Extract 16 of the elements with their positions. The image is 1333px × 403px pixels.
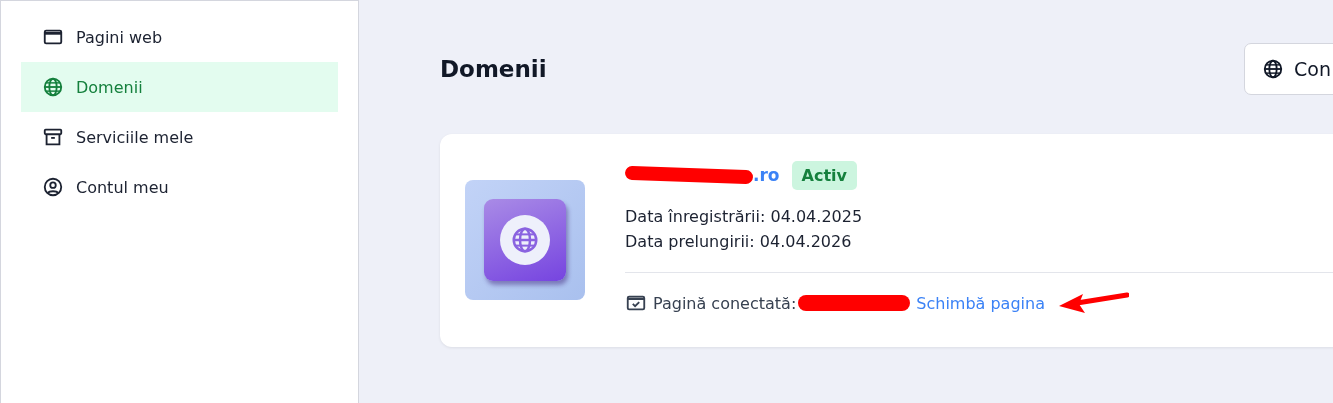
sidebar-item[interactable]: Pagini web xyxy=(21,12,338,62)
registration-date: Data înregistrării: 04.04.2025 xyxy=(625,206,864,228)
connected-page-label: Pagină conectată: xyxy=(653,293,797,313)
connect-button[interactable]: Con xyxy=(1244,43,1333,95)
domain-link[interactable]: .ro xyxy=(753,165,780,185)
sidebar-item[interactable]: Contul meu xyxy=(21,162,338,212)
change-page-link[interactable]: Schimbă pagina xyxy=(916,293,1045,313)
user-circle-icon xyxy=(42,176,64,198)
globe-icon xyxy=(1262,58,1284,80)
sidebar-item[interactable]: Serviciile mele xyxy=(21,112,338,162)
sidebar-item[interactable]: Domenii xyxy=(21,62,338,112)
globe-icon xyxy=(42,76,64,98)
archive-box-icon xyxy=(42,126,64,148)
renewal-date: Data prelungirii: 04.04.2026 xyxy=(625,231,853,253)
status-badge: Activ xyxy=(791,160,857,190)
page-title: Domenii xyxy=(440,56,547,82)
